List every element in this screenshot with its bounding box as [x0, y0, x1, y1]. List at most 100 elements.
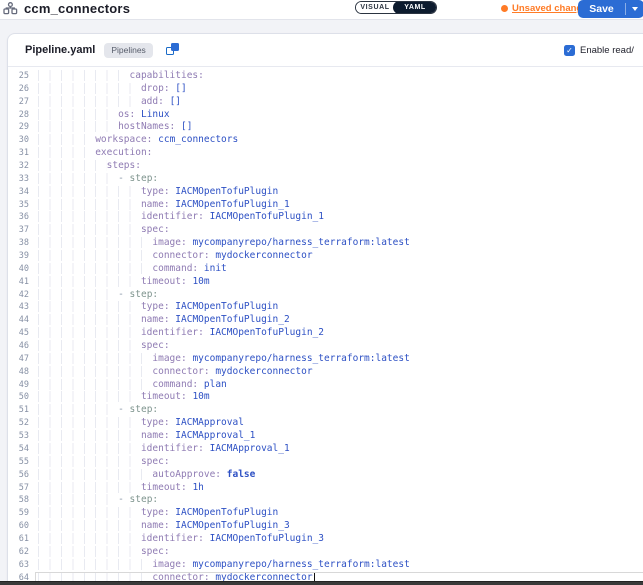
yaml-line[interactable]: 27 add: [] — [8, 96, 643, 109]
line-number: 28 — [8, 109, 29, 122]
line-number: 52 — [8, 417, 29, 430]
line-number: 33 — [8, 173, 29, 186]
yaml-code: name: IACMApproval_1 — [38, 430, 255, 443]
yaml-line[interactable]: 31 execution: — [8, 147, 643, 160]
yaml-code: spec: — [38, 224, 170, 237]
line-number: 45 — [8, 327, 29, 340]
editor-lines: 25 capabilities:26 drop: []27 add: []28 … — [8, 70, 643, 584]
yaml-line[interactable]: 41 timeout: 10m — [8, 276, 643, 289]
readwrite-checkbox[interactable]: ✓ — [564, 45, 575, 56]
line-number: 35 — [8, 199, 29, 212]
toggle-yaml[interactable]: YAML — [393, 1, 437, 14]
yaml-line[interactable]: 51 - step: — [8, 404, 643, 417]
yaml-editor[interactable]: 25 capabilities:26 drop: []27 add: []28 … — [8, 68, 643, 585]
yaml-line[interactable]: 45 identifier: IACMOpenTofuPlugin_2 — [8, 327, 643, 340]
yaml-code: connector: mydockerconnector — [38, 250, 313, 263]
yaml-line[interactable]: 52 type: IACMApproval — [8, 417, 643, 430]
line-number: 42 — [8, 289, 29, 302]
yaml-code: spec: — [38, 546, 170, 559]
bottom-edge-bar — [0, 581, 643, 585]
view-mode-toggle: VISUAL YAML — [355, 1, 437, 14]
toggle-visual[interactable]: VISUAL — [356, 2, 394, 13]
yaml-line[interactable]: 34 type: IACMOpenTofuPlugin — [8, 186, 643, 199]
line-number: 36 — [8, 211, 29, 224]
yaml-line[interactable]: 36 identifier: IACMOpenTofuPlugin_1 — [8, 211, 643, 224]
yaml-line[interactable]: 40 command: init — [8, 263, 643, 276]
yaml-line[interactable]: 48 connector: mydockerconnector — [8, 366, 643, 379]
yaml-code: drop: [] — [38, 83, 187, 96]
yaml-code: name: IACMOpenTofuPlugin_2 — [38, 314, 290, 327]
yaml-line[interactable]: 43 type: IACMOpenTofuPlugin — [8, 301, 643, 314]
yaml-line[interactable]: 55 spec: — [8, 456, 643, 469]
yaml-code: image: mycompanyrepo/harness_terraform:l… — [38, 559, 410, 572]
yaml-line[interactable]: 54 identifier: IACMApproval_1 — [8, 443, 643, 456]
yaml-code: connector: mydockerconnector — [38, 366, 313, 379]
line-number: 57 — [8, 482, 29, 495]
yaml-code: type: IACMOpenTofuPlugin — [38, 186, 278, 199]
yaml-code: capabilities: — [38, 70, 204, 83]
yaml-line[interactable]: 49 command: plan — [8, 379, 643, 392]
line-number: 32 — [8, 160, 29, 173]
line-number: 48 — [8, 366, 29, 379]
yaml-line[interactable]: 58 - step: — [8, 494, 643, 507]
yaml-code: command: plan — [38, 379, 227, 392]
yaml-code: - step: — [38, 494, 158, 507]
yaml-line[interactable]: 62 spec: — [8, 546, 643, 559]
yaml-line[interactable]: 35 name: IACMOpenTofuPlugin_1 — [8, 199, 643, 212]
line-number: 25 — [8, 70, 29, 83]
line-number: 54 — [8, 443, 29, 456]
yaml-line[interactable]: 32 steps: — [8, 160, 643, 173]
line-number: 26 — [8, 83, 29, 96]
yaml-code: execution: — [38, 147, 152, 160]
yaml-line[interactable]: 47 image: mycompanyrepo/harness_terrafor… — [8, 353, 643, 366]
yaml-line[interactable]: 61 identifier: IACMOpenTofuPlugin_3 — [8, 533, 643, 546]
yaml-line[interactable]: 44 name: IACMOpenTofuPlugin_2 — [8, 314, 643, 327]
line-number: 56 — [8, 469, 29, 482]
save-label: Save — [578, 3, 625, 15]
yaml-line[interactable]: 33 - step: — [8, 173, 643, 186]
yaml-line[interactable]: 46 spec: — [8, 340, 643, 353]
line-number: 61 — [8, 533, 29, 546]
readwrite-label: Enable read/ — [580, 45, 634, 56]
line-number: 55 — [8, 456, 29, 469]
yaml-code: identifier: IACMOpenTofuPlugin_2 — [38, 327, 324, 340]
yaml-line[interactable]: 26 drop: [] — [8, 83, 643, 96]
yaml-line[interactable]: 63 image: mycompanyrepo/harness_terrafor… — [8, 559, 643, 572]
yaml-line[interactable]: 39 connector: mydockerconnector — [8, 250, 643, 263]
yaml-code: image: mycompanyrepo/harness_terraform:l… — [38, 237, 410, 250]
yaml-line[interactable]: 53 name: IACMApproval_1 — [8, 430, 643, 443]
line-number: 46 — [8, 340, 29, 353]
yaml-line[interactable]: 25 capabilities: — [8, 70, 643, 83]
line-number: 44 — [8, 314, 29, 327]
yaml-line[interactable]: 29 hostNames: [] — [8, 121, 643, 134]
yaml-line[interactable]: 37 spec: — [8, 224, 643, 237]
line-number: 49 — [8, 379, 29, 392]
save-options-chevron[interactable] — [626, 7, 643, 11]
line-number: 34 — [8, 186, 29, 199]
yaml-code: workspace: ccm_connectors — [38, 134, 238, 147]
file-name: Pipeline.yaml — [25, 44, 95, 56]
yaml-code: identifier: IACMOpenTofuPlugin_1 — [38, 211, 324, 224]
yaml-line[interactable]: 38 image: mycompanyrepo/harness_terrafor… — [8, 237, 643, 250]
yaml-line[interactable]: 42 - step: — [8, 289, 643, 302]
line-number: 31 — [8, 147, 29, 160]
page-title: ccm_connectors — [24, 1, 130, 16]
yaml-line[interactable]: 57 timeout: 1h — [8, 482, 643, 495]
yaml-line[interactable]: 60 name: IACMOpenTofuPlugin_3 — [8, 520, 643, 533]
yaml-line[interactable]: 50 timeout: 10m — [8, 391, 643, 404]
yaml-line[interactable]: 59 type: IACMOpenTofuPlugin — [8, 507, 643, 520]
yaml-line[interactable]: 30 workspace: ccm_connectors — [8, 134, 643, 147]
top-header: ccm_connectors VISUAL YAML Unsaved chang… — [0, 0, 643, 20]
yaml-code: hostNames: [] — [38, 121, 192, 134]
yaml-code: os: Linux — [38, 109, 170, 122]
yaml-line[interactable]: 56 autoApprove: false — [8, 469, 643, 482]
save-button[interactable]: Save — [578, 0, 643, 18]
line-number: 43 — [8, 301, 29, 314]
yaml-code: type: IACMOpenTofuPlugin — [38, 301, 278, 314]
line-number: 51 — [8, 404, 29, 417]
copy-icon[interactable] — [166, 43, 180, 57]
chevron-down-icon — [632, 7, 638, 11]
yaml-code: timeout: 1h — [38, 482, 204, 495]
yaml-line[interactable]: 28 os: Linux — [8, 109, 643, 122]
line-number: 50 — [8, 391, 29, 404]
